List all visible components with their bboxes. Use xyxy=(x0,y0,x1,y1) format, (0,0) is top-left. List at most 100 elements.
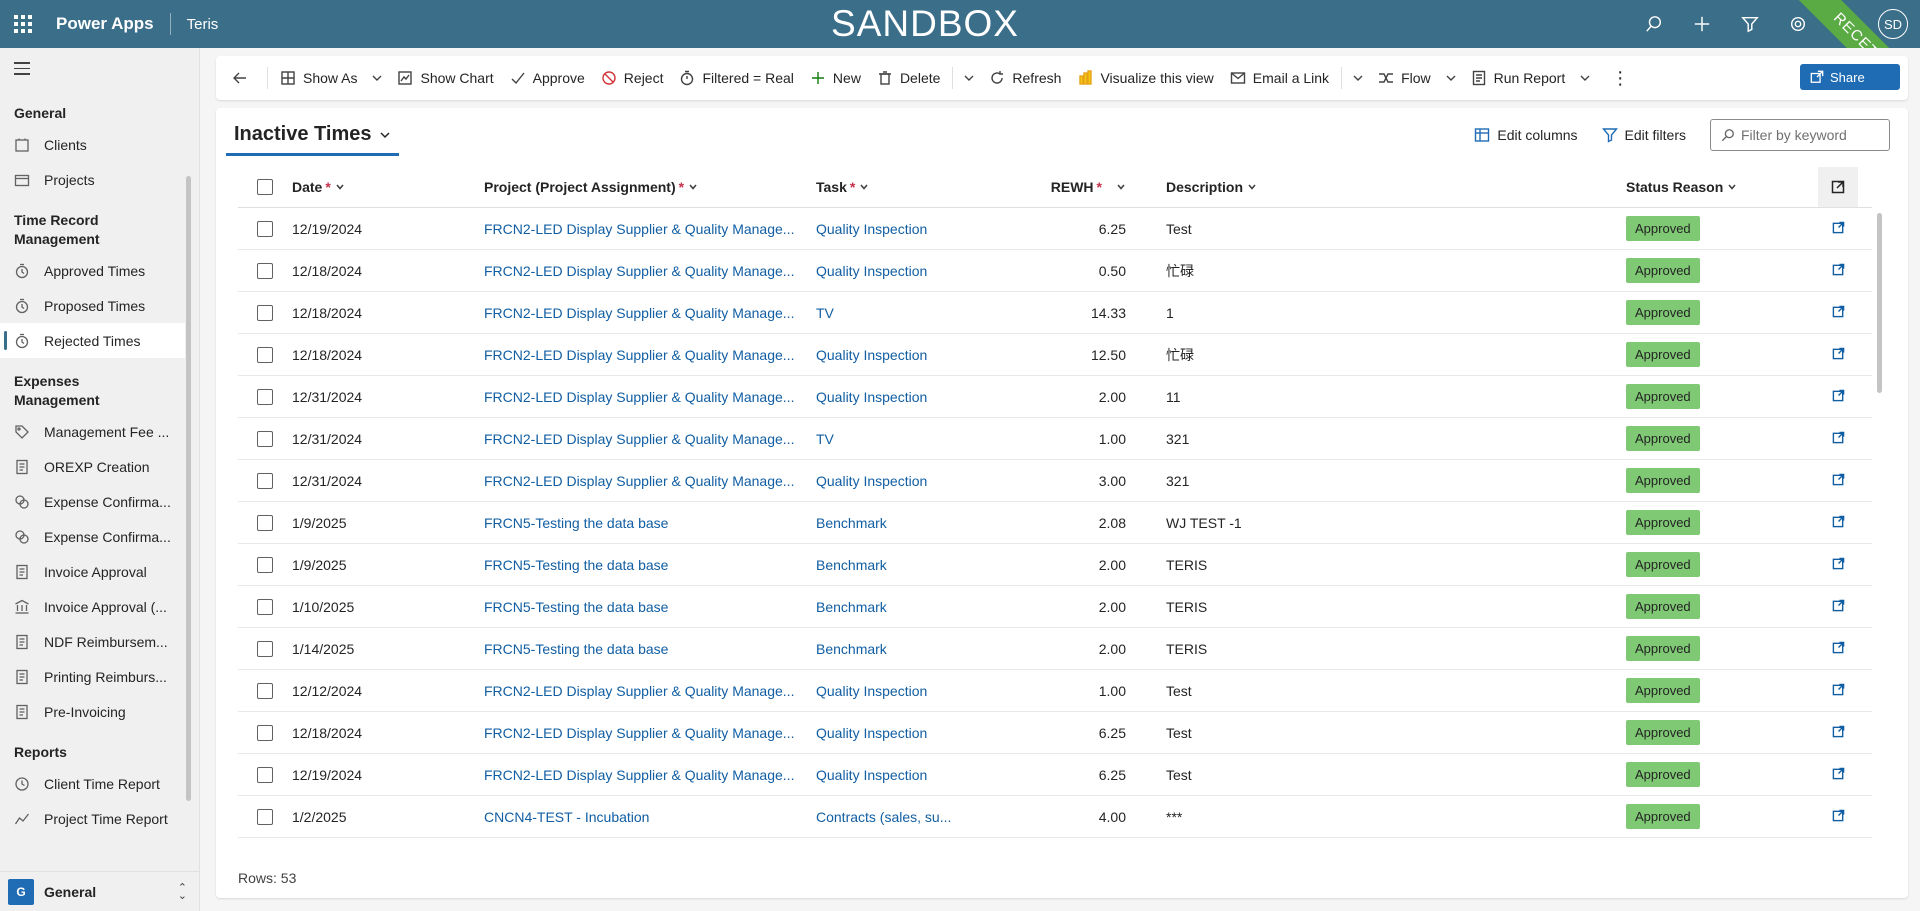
approve-button[interactable]: Approve xyxy=(502,62,593,94)
project-link[interactable]: FRCN2-LED Display Supplier & Quality Man… xyxy=(484,305,816,321)
open-record-icon[interactable] xyxy=(1832,305,1845,321)
task-link[interactable]: Quality Inspection xyxy=(816,473,1026,489)
open-record-icon[interactable] xyxy=(1832,725,1845,741)
row-select-checkbox[interactable] xyxy=(257,346,273,363)
column-header-status-reason[interactable]: Status Reason xyxy=(1626,179,1737,195)
row-select-checkbox[interactable] xyxy=(257,682,273,699)
project-link[interactable]: FRCN5-Testing the data base xyxy=(484,515,816,531)
open-record-icon[interactable] xyxy=(1832,809,1845,825)
project-link[interactable]: FRCN2-LED Display Supplier & Quality Man… xyxy=(484,347,816,363)
column-header-rewh[interactable]: REWH * xyxy=(1051,179,1126,195)
select-all-checkbox[interactable] xyxy=(257,178,273,195)
table-row[interactable]: 12/12/2024 FRCN2-LED Display Supplier & Q… xyxy=(238,670,1872,712)
open-record-icon[interactable] xyxy=(1832,599,1845,615)
flow-dropdown[interactable] xyxy=(1439,62,1463,94)
delete-button[interactable]: Delete xyxy=(869,62,948,94)
open-record-icon[interactable] xyxy=(1832,641,1845,657)
filtered-real-button[interactable]: Filtered = Real xyxy=(671,62,801,94)
row-select-checkbox[interactable] xyxy=(257,430,273,447)
run-report-button[interactable]: Run Report xyxy=(1463,62,1574,94)
show-as-dropdown[interactable] xyxy=(365,62,389,94)
sidebar-item-management-fee[interactable]: Management Fee ... xyxy=(0,414,185,449)
row-select-checkbox[interactable] xyxy=(257,766,273,783)
view-selector[interactable]: Inactive Times xyxy=(226,116,400,156)
keyword-search-input[interactable] xyxy=(1741,127,1881,143)
open-record-icon[interactable] xyxy=(1832,431,1845,447)
project-link[interactable]: FRCN5-Testing the data base xyxy=(484,557,816,573)
run-report-dropdown[interactable] xyxy=(1573,62,1597,94)
open-record-icon[interactable] xyxy=(1832,515,1845,531)
row-select-checkbox[interactable] xyxy=(257,640,273,657)
task-link[interactable]: Quality Inspection xyxy=(816,683,1026,699)
user-avatar[interactable]: SD xyxy=(1878,9,1908,39)
project-link[interactable]: FRCN2-LED Display Supplier & Quality Man… xyxy=(484,725,816,741)
project-link[interactable]: FRCN2-LED Display Supplier & Quality Man… xyxy=(484,473,816,489)
email-link-button[interactable]: Email a Link xyxy=(1222,62,1337,94)
refresh-button[interactable]: Refresh xyxy=(981,62,1069,94)
row-select-checkbox[interactable] xyxy=(257,514,273,531)
open-record-icon[interactable] xyxy=(1832,389,1845,405)
task-link[interactable]: TV xyxy=(816,305,1026,321)
sidebar-item-invoice-approval[interactable]: Invoice Approval (... xyxy=(0,589,185,624)
new-record-button[interactable]: New xyxy=(802,62,869,94)
task-link[interactable]: Benchmark xyxy=(816,641,1026,657)
open-record-icon[interactable] xyxy=(1832,683,1845,699)
task-link[interactable]: Quality Inspection xyxy=(816,725,1026,741)
task-link[interactable]: Contracts (sales, su... xyxy=(816,809,1026,825)
table-row[interactable]: 12/31/2024 FRCN2-LED Display Supplier & Q… xyxy=(238,418,1872,460)
open-record-icon[interactable] xyxy=(1832,767,1845,783)
open-in-new-window-button[interactable] xyxy=(1818,166,1858,207)
advanced-filter-button[interactable] xyxy=(1726,0,1774,48)
task-link[interactable]: Quality Inspection xyxy=(816,389,1026,405)
task-link[interactable]: Benchmark xyxy=(816,599,1026,615)
row-select-checkbox[interactable] xyxy=(257,388,273,405)
row-select-checkbox[interactable] xyxy=(257,220,273,237)
show-as-button[interactable]: Show As xyxy=(272,62,365,94)
column-header-description[interactable]: Description xyxy=(1166,179,1257,195)
open-record-icon[interactable] xyxy=(1832,347,1845,363)
table-row[interactable]: 12/19/2024 FRCN2-LED Display Supplier & Q… xyxy=(238,208,1872,250)
sidebar-item-clients[interactable]: Clients xyxy=(0,127,185,162)
column-header-task[interactable]: Task * xyxy=(816,179,869,195)
project-link[interactable]: FRCN2-LED Display Supplier & Quality Man… xyxy=(484,263,816,279)
table-row[interactable]: 12/18/2024 FRCN2-LED Display Supplier & Q… xyxy=(238,334,1872,376)
table-row[interactable]: 1/9/2025 FRCN5-Testing the data base Bench… xyxy=(238,502,1872,544)
task-link[interactable]: Benchmark xyxy=(816,557,1026,573)
more-delete-dropdown[interactable] xyxy=(957,62,981,94)
new-button[interactable] xyxy=(1678,0,1726,48)
grid-scrollbar[interactable] xyxy=(1877,213,1882,393)
hamburger-menu-icon[interactable] xyxy=(14,62,30,79)
project-link[interactable]: FRCN5-Testing the data base xyxy=(484,599,816,615)
visualize-view-button[interactable]: Visualize this view xyxy=(1069,62,1221,94)
column-header-date[interactable]: Date * xyxy=(292,179,345,195)
row-select-checkbox[interactable] xyxy=(257,808,273,825)
more-commands-button[interactable]: ⋮ xyxy=(1597,62,1643,94)
sidebar-item-approved-times[interactable]: Approved Times xyxy=(0,253,185,288)
task-link[interactable]: Quality Inspection xyxy=(816,263,1026,279)
project-link[interactable]: FRCN5-Testing the data base xyxy=(484,641,816,657)
project-link[interactable]: FRCN2-LED Display Supplier & Quality Man… xyxy=(484,221,816,237)
task-link[interactable]: TV xyxy=(816,431,1026,447)
sidebar-item-projects[interactable]: Projects xyxy=(0,162,185,197)
row-select-checkbox[interactable] xyxy=(257,598,273,615)
show-chart-button[interactable]: Show Chart xyxy=(389,62,501,94)
table-row[interactable]: 1/14/2025 FRCN5-Testing the data base Benc… xyxy=(238,628,1872,670)
table-row[interactable]: 12/18/2024 FRCN2-LED Display Supplier & Q… xyxy=(238,712,1872,754)
row-select-checkbox[interactable] xyxy=(257,262,273,279)
keyword-search-box[interactable] xyxy=(1710,119,1890,151)
table-row[interactable]: 12/19/2024 FRCN2-LED Display Supplier & Q… xyxy=(238,754,1872,796)
open-record-icon[interactable] xyxy=(1832,473,1845,489)
project-link[interactable]: FRCN2-LED Display Supplier & Quality Man… xyxy=(484,389,816,405)
table-row[interactable]: 1/2/2025 CNCN4-TEST - Incubation Contracts… xyxy=(238,796,1872,838)
sidebar-item-client-time-report[interactable]: Client Time Report xyxy=(0,766,185,801)
open-record-icon[interactable] xyxy=(1832,263,1845,279)
project-link[interactable]: FRCN2-LED Display Supplier & Quality Man… xyxy=(484,683,816,699)
sidebar-item-invoice-approval[interactable]: Invoice Approval xyxy=(0,554,185,589)
column-header-project[interactable]: Project (Project Assignment) * xyxy=(484,179,698,195)
sidebar-item-proposed-times[interactable]: Proposed Times xyxy=(0,288,185,323)
app-launcher-button[interactable] xyxy=(0,0,46,48)
edit-filters-button[interactable]: Edit filters xyxy=(1601,127,1686,143)
sidebar-scrollbar[interactable] xyxy=(186,176,191,801)
row-select-checkbox[interactable] xyxy=(257,304,273,321)
email-link-dropdown[interactable] xyxy=(1346,62,1370,94)
